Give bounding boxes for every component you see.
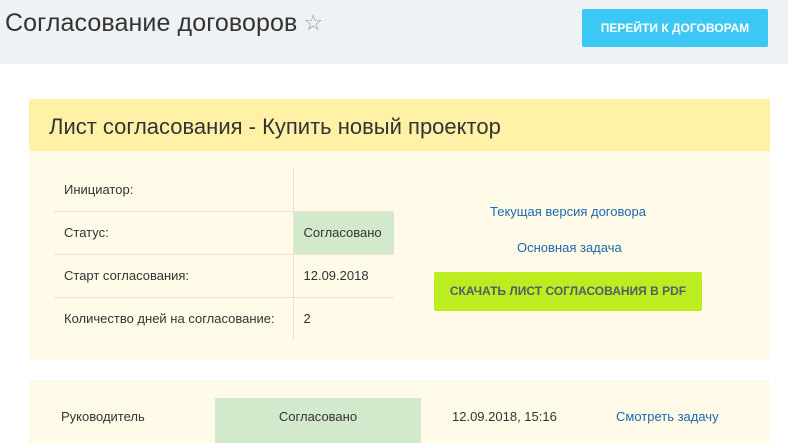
main-task-link[interactable]: Основная задача (517, 240, 622, 255)
top-bar: Согласование договоров ☆ ПЕРЕЙТИ К ДОГОВО… (0, 0, 788, 64)
table-row: Инициатор: (54, 168, 394, 212)
approver-role: Руководитель (61, 409, 145, 424)
status-badge: Согласовано (293, 211, 394, 255)
days-label: Количество дней на согласование: (54, 297, 294, 340)
initiator-value (293, 168, 394, 212)
days-value: 2 (303, 311, 311, 327)
table-row: Статус: Согласовано (54, 211, 394, 255)
current-contract-link[interactable]: Текущая версия договора (490, 204, 646, 219)
table-row: Старт согласования: 12.09.2018 (54, 254, 394, 298)
card-title: Лист согласования - Купить новый проекто… (49, 114, 501, 139)
goto-contracts-button[interactable]: ПЕРЕЙТИ К ДОГОВОРАМ (582, 9, 768, 47)
approver-row: Руководитель Согласовано 12.09.2018, 15:… (29, 380, 770, 443)
initiator-label: Инициатор: (54, 168, 294, 212)
approver-date: 12.09.2018, 15:16 (452, 409, 557, 424)
status-label: Статус: (54, 211, 294, 255)
approver-status-badge: Согласовано (215, 398, 421, 443)
card-header: Лист согласования - Купить новый проекто… (29, 99, 770, 151)
approval-info-table: Инициатор: Статус: Согласовано Старт сог… (54, 168, 394, 340)
star-icon[interactable]: ☆ (303, 10, 323, 35)
table-row: Количество дней на согласование: 2 (54, 297, 394, 340)
page-title-text: Согласование договоров (5, 9, 298, 37)
view-task-link[interactable]: Смотреть задачу (616, 398, 719, 443)
start-date-label: Старт согласования: (54, 254, 294, 298)
start-date-value: 12.09.2018 (293, 254, 394, 298)
download-pdf-button[interactable]: СКАЧАТЬ ЛИСТ СОГЛАСОВАНИЯ В PDF (434, 272, 702, 311)
page-title: Согласование договоров ☆ (5, 9, 323, 38)
